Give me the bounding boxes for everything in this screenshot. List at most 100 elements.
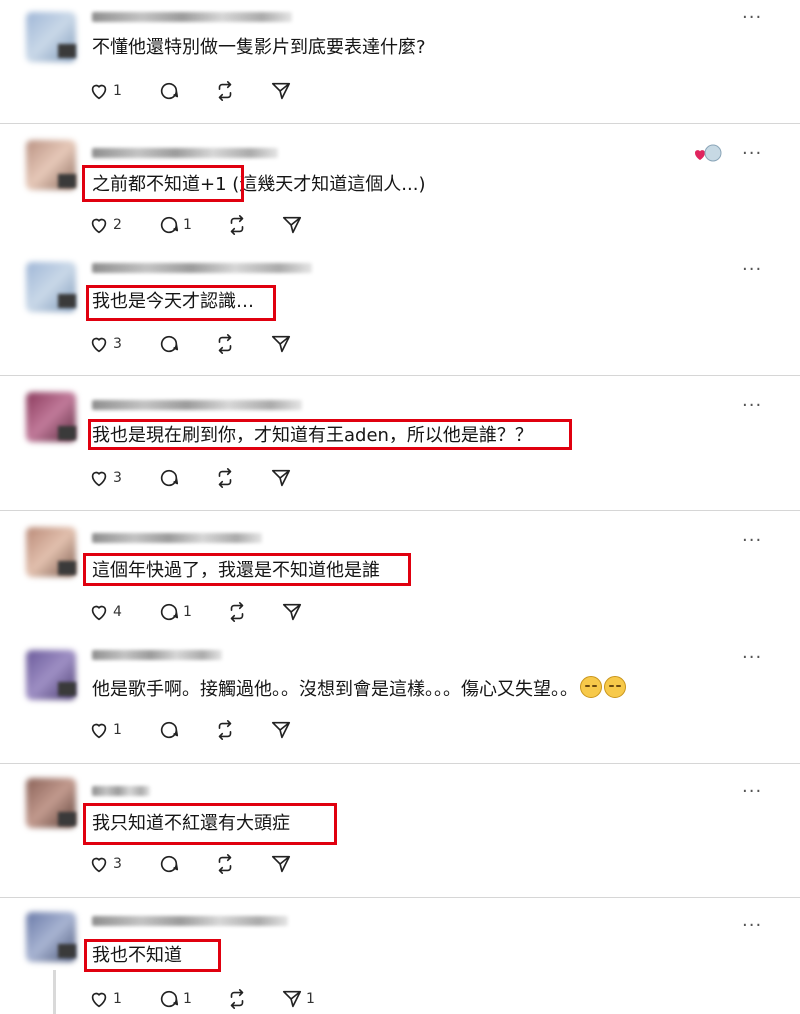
send-icon	[271, 335, 291, 353]
separator	[0, 510, 800, 511]
like-count: 1	[113, 83, 122, 99]
send-icon	[271, 855, 291, 873]
more-options-icon[interactable]: ···	[742, 917, 762, 935]
send-icon	[271, 82, 291, 100]
share-button[interactable]	[270, 466, 292, 490]
send-icon	[271, 721, 291, 739]
separator	[0, 123, 800, 124]
reply-count: 1	[183, 217, 192, 233]
reply-button[interactable]	[158, 332, 180, 356]
repost-icon	[218, 468, 232, 488]
comment-icon	[160, 216, 179, 234]
send-icon	[282, 216, 302, 234]
like-button[interactable]: 2	[88, 213, 122, 237]
reply-button[interactable]	[158, 718, 180, 742]
highlight-box	[86, 285, 276, 321]
share-button[interactable]	[270, 332, 292, 356]
repost-button[interactable]	[226, 600, 248, 624]
reply-button[interactable]: 1	[158, 213, 192, 237]
reaction-badge	[694, 144, 724, 164]
comment-text: 他是歌手啊。接觸過他。。沒想到會是這樣。。。傷心又失望。。	[92, 676, 626, 702]
avatar-badge	[58, 561, 76, 575]
reply-button[interactable]	[158, 79, 180, 103]
more-options-icon[interactable]: ···	[742, 532, 762, 550]
more-options-icon[interactable]: ···	[742, 9, 762, 27]
username-blurred[interactable]	[92, 650, 222, 660]
pensive-emoji-icon	[604, 676, 626, 698]
reply-button[interactable]	[158, 852, 180, 876]
share-button[interactable]	[270, 718, 292, 742]
heart-icon	[91, 605, 107, 621]
heart-icon	[91, 84, 107, 100]
share-button[interactable]	[281, 213, 303, 237]
avatar-badge	[58, 426, 76, 440]
repost-button[interactable]	[214, 718, 236, 742]
separator	[0, 763, 800, 764]
comment-actions: 1	[88, 79, 318, 103]
more-options-icon[interactable]: ···	[742, 649, 762, 667]
repost-icon	[230, 602, 244, 622]
highlight-box	[88, 419, 572, 450]
reply-button[interactable]	[158, 466, 180, 490]
username-blurred[interactable]	[92, 400, 302, 410]
repost-button[interactable]	[226, 987, 248, 1011]
highlight-box	[82, 165, 244, 202]
comment-actions: 1	[88, 718, 318, 742]
repost-icon	[218, 334, 232, 354]
heart-icon	[91, 723, 107, 739]
comment-icon	[160, 721, 179, 739]
reply-button[interactable]: 1	[158, 987, 192, 1011]
separator	[0, 375, 800, 376]
avatar-badge	[58, 812, 76, 826]
like-count: 1	[113, 722, 122, 738]
username-blurred[interactable]	[92, 916, 288, 926]
share-button[interactable]	[270, 852, 292, 876]
repost-icon	[218, 81, 232, 101]
repost-button[interactable]	[214, 332, 236, 356]
username-blurred[interactable]	[92, 786, 150, 796]
avatar-badge	[58, 44, 76, 58]
like-count: 2	[113, 217, 122, 233]
like-button[interactable]: 3	[88, 466, 122, 490]
comment-actions: 2 1	[88, 213, 318, 237]
repost-icon	[218, 854, 232, 874]
share-button[interactable]	[270, 79, 292, 103]
repost-button[interactable]	[214, 852, 236, 876]
share-button[interactable]	[281, 600, 303, 624]
reply-button[interactable]: 1	[158, 600, 192, 624]
repost-button[interactable]	[214, 79, 236, 103]
like-button[interactable]: 4	[88, 600, 122, 624]
comment-text: 不懂他還特別做一隻影片到底要表達什麼?	[92, 37, 426, 58]
username-blurred[interactable]	[92, 263, 312, 273]
avatar-badge	[58, 174, 76, 188]
username-blurred[interactable]	[92, 12, 292, 22]
repost-button[interactable]	[214, 466, 236, 490]
more-options-icon[interactable]: ···	[742, 783, 762, 801]
avatar-badge	[58, 944, 76, 958]
comment-actions: 4 1	[88, 600, 318, 624]
username-blurred[interactable]	[92, 148, 278, 158]
more-options-icon[interactable]: ···	[742, 397, 762, 415]
avatar-badge	[58, 682, 76, 696]
like-count: 1	[113, 991, 122, 1007]
like-button[interactable]: 3	[88, 852, 122, 876]
comment-icon	[160, 469, 179, 487]
more-options-icon[interactable]: ···	[742, 145, 762, 163]
comment-actions: 3	[88, 332, 318, 356]
heart-icon	[91, 218, 107, 234]
like-button[interactable]: 1	[88, 987, 122, 1011]
highlight-box	[84, 939, 221, 972]
like-button[interactable]: 1	[88, 79, 122, 103]
comment-actions: 1 1 1	[88, 987, 328, 1011]
like-button[interactable]: 1	[88, 718, 122, 742]
comment-actions: 3	[88, 466, 318, 490]
like-count: 3	[113, 470, 122, 486]
reply-count: 1	[183, 991, 192, 1007]
share-button[interactable]: 1	[281, 987, 315, 1011]
like-button[interactable]: 3	[88, 332, 122, 356]
highlight-box	[83, 803, 337, 845]
more-options-icon[interactable]: ···	[742, 261, 762, 279]
repost-button[interactable]	[226, 213, 248, 237]
username-blurred[interactable]	[92, 533, 262, 543]
comment-icon	[160, 335, 179, 353]
